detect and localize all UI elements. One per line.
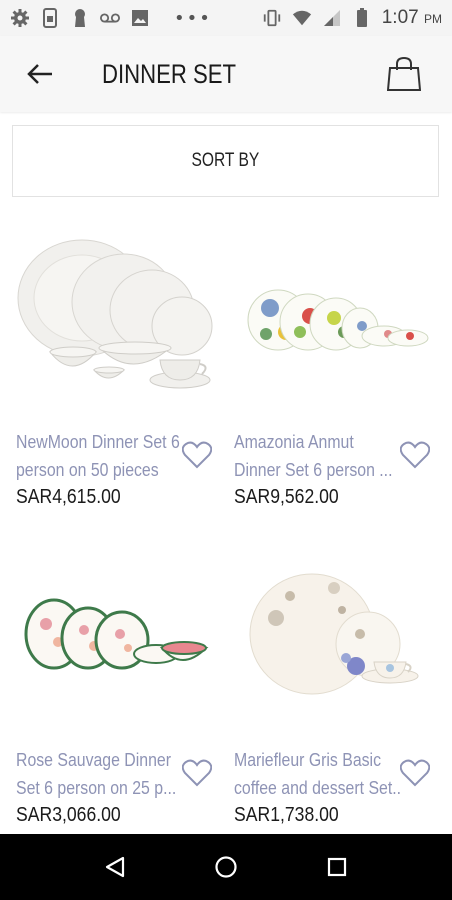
recents-square-icon — [327, 857, 346, 877]
status-time: 1:07 PM — [381, 7, 442, 28]
favorite-button[interactable] — [398, 756, 432, 790]
product-card[interactable]: NewMoon Dinner Set 6 person on 50 pieces… — [12, 220, 222, 520]
nav-recents-button[interactable] — [317, 847, 357, 887]
more-dots-icon: ••• — [174, 7, 212, 29]
back-button[interactable] — [20, 54, 60, 94]
keyhole-icon — [70, 8, 90, 28]
shopping-bag-button[interactable] — [384, 54, 424, 94]
system-nav-bar — [0, 834, 452, 900]
product-price: SAR1,738.00 — [234, 804, 339, 826]
status-right-icons: 1:07 PM — [262, 7, 442, 29]
product-name[interactable]: Mariefleur Gris Basic coffee and dessert… — [234, 746, 401, 802]
product-name[interactable]: Amazonia Anmut Dinner Set 6 person ... — [234, 428, 401, 484]
battery-icon — [352, 8, 372, 28]
favorite-button[interactable] — [180, 756, 214, 790]
product-image-rose-sauvage[interactable] — [12, 538, 222, 738]
favorite-button[interactable] — [398, 438, 432, 472]
status-left-icons: ••• — [10, 8, 212, 29]
product-name[interactable]: NewMoon Dinner Set 6 person on 50 pieces — [16, 428, 183, 484]
arrow-left-icon — [27, 64, 52, 84]
product-image-newmoon[interactable] — [12, 220, 222, 420]
product-image-amazonia[interactable] — [230, 220, 440, 420]
sim-card-icon — [40, 8, 60, 28]
app-bar: DINNER SET — [0, 36, 452, 112]
favorite-button[interactable] — [180, 438, 214, 472]
heart-icon — [400, 441, 430, 469]
home-circle-icon — [215, 856, 237, 878]
nav-back-button[interactable] — [95, 847, 135, 887]
back-triangle-icon — [106, 856, 125, 878]
wifi-icon — [292, 8, 312, 28]
product-name[interactable]: Rose Sauvage Dinner Set 6 person on 25 p… — [16, 746, 183, 802]
gear-icon — [10, 8, 30, 28]
sort-by-button[interactable]: SORT BY — [12, 125, 439, 197]
page-title: DINNER SET — [102, 58, 237, 89]
product-price: SAR9,562.00 — [234, 486, 339, 508]
heart-icon — [182, 759, 212, 787]
shopping-bag-icon — [387, 56, 421, 91]
vibrate-icon — [262, 8, 282, 28]
sort-by-label: SORT BY — [191, 150, 260, 171]
heart-icon — [400, 759, 430, 787]
nav-home-button[interactable] — [206, 847, 246, 887]
status-bar: ••• 1:07 PM — [0, 0, 452, 36]
product-image-mariefleur[interactable] — [230, 538, 440, 738]
product-card[interactable]: Rose Sauvage Dinner Set 6 person on 25 p… — [12, 538, 222, 838]
image-icon — [130, 8, 150, 28]
voicemail-icon — [100, 8, 120, 28]
signal-icon — [322, 8, 342, 28]
product-card[interactable]: Mariefleur Gris Basic coffee and dessert… — [230, 538, 440, 838]
heart-icon — [182, 441, 212, 469]
product-price: SAR3,066.00 — [16, 804, 121, 826]
product-price: SAR4,615.00 — [16, 486, 121, 508]
product-card[interactable]: Amazonia Anmut Dinner Set 6 person ... S… — [230, 220, 440, 520]
